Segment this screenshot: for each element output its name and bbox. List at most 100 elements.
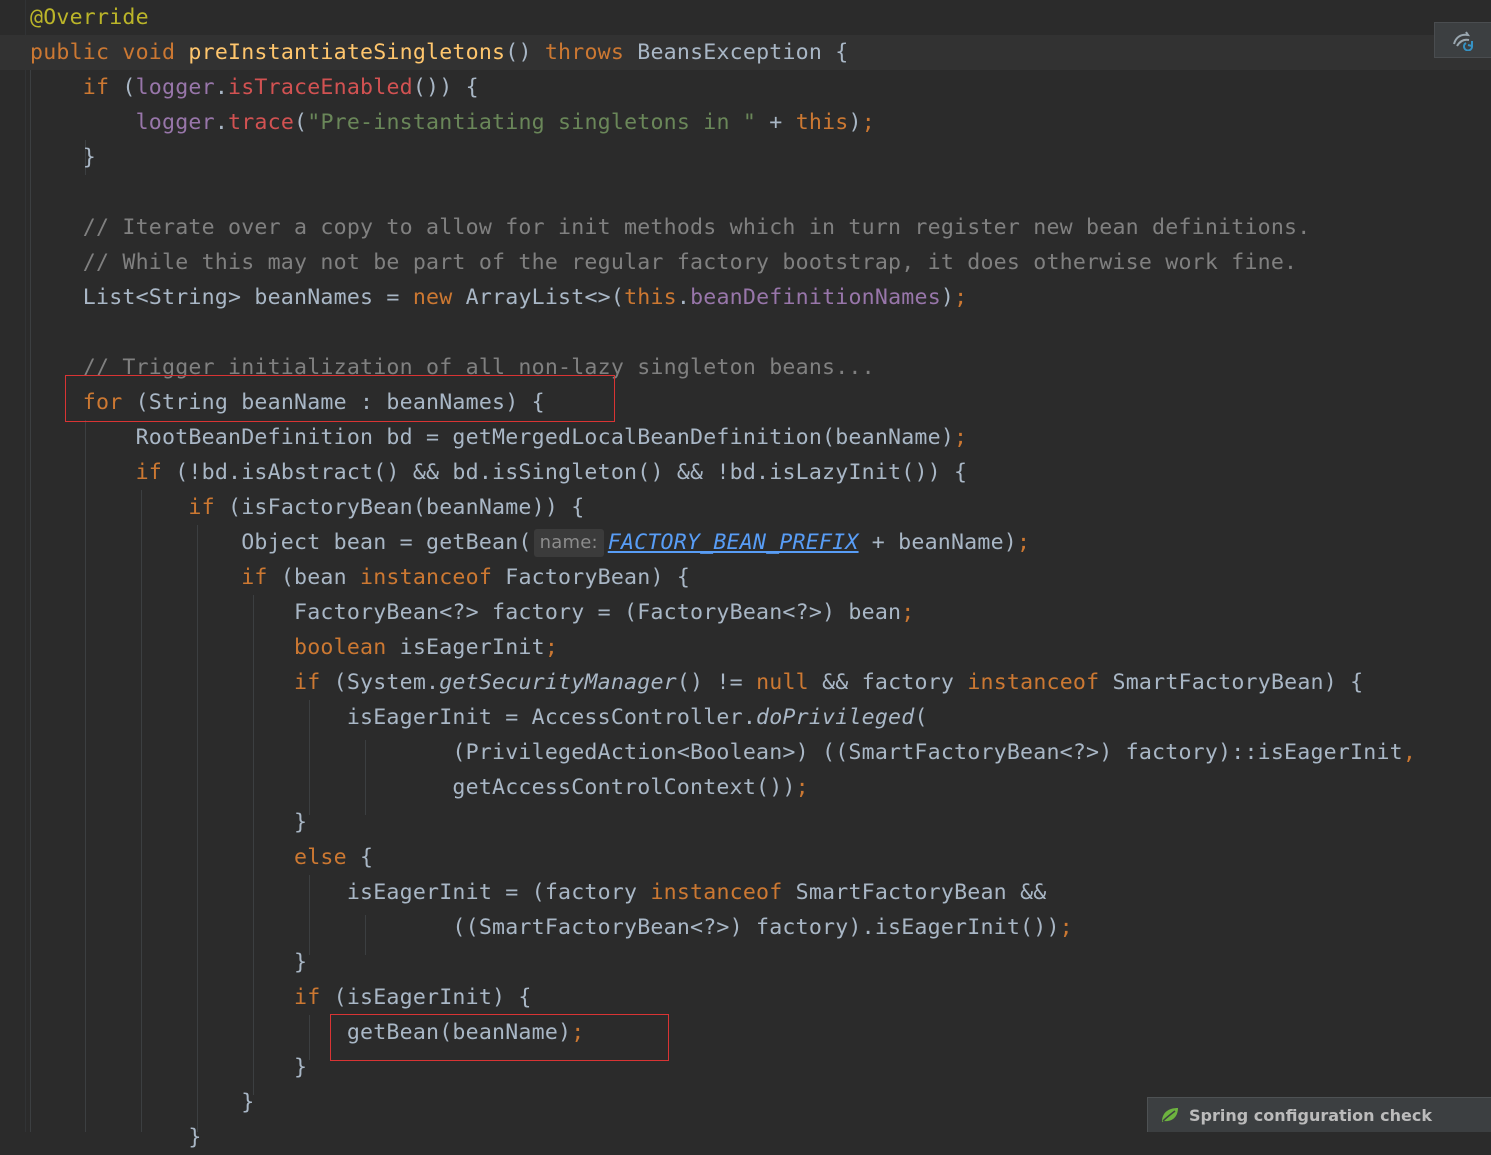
code-line[interactable]: (PrivilegedAction<Boolean>) ((SmartFacto… xyxy=(30,735,1416,770)
code-line[interactable]: if (System.getSecurityManager() != null … xyxy=(30,665,1363,700)
code-token: isEagerInit = AccessController. xyxy=(30,705,757,730)
code-line[interactable]: boolean isEagerInit; xyxy=(30,630,558,665)
code-token: Object bean = getBean( xyxy=(30,530,532,555)
code-token: else xyxy=(30,845,361,870)
code-token: (bean xyxy=(280,565,361,590)
code-line[interactable]: } xyxy=(30,140,96,175)
code-token: (isFactoryBean(beanName)) { xyxy=(228,495,585,520)
code-line[interactable]: } xyxy=(30,805,307,840)
code-token: ; xyxy=(1059,915,1073,940)
code-token: if xyxy=(30,565,281,590)
code-token: if xyxy=(30,460,176,485)
code-line[interactable]: } xyxy=(30,945,307,980)
code-token: . xyxy=(214,75,229,100)
code-line[interactable]: Object bean = getBean(name: FACTORY_BEAN_… xyxy=(30,525,1030,560)
code-token: beanDefinitionNames xyxy=(690,285,941,310)
code-token: "Pre-instantiating singletons in " xyxy=(307,110,757,135)
code-line[interactable]: if (isFactoryBean(beanName)) { xyxy=(30,490,584,525)
code-line[interactable]: RootBeanDefinition bd = getMergedLocalBe… xyxy=(30,420,967,455)
code-token: boolean xyxy=(30,635,400,660)
code-token: FactoryBean) { xyxy=(505,565,691,590)
code-token: getAccessControlContext()) xyxy=(30,775,796,800)
code-token: } xyxy=(30,1090,255,1115)
code-token: logger xyxy=(135,110,215,135)
code-token: && factory xyxy=(822,670,968,695)
code-line[interactable]: if (!bd.isAbstract() && bd.isSingleton()… xyxy=(30,455,967,490)
code-line[interactable]: if (bean instanceof FactoryBean) { xyxy=(30,560,690,595)
code-line[interactable]: @Override xyxy=(30,0,149,35)
code-token: (System. xyxy=(333,670,440,695)
code-token: ) xyxy=(848,110,862,135)
editor-gutter[interactable] xyxy=(0,0,26,1132)
code-line[interactable]: getAccessControlContext()); xyxy=(30,770,809,805)
code-line[interactable]: } xyxy=(30,1050,307,1085)
code-line[interactable]: ((SmartFactoryBean<?>) factory).isEagerI… xyxy=(30,910,1073,945)
code-line[interactable]: public void preInstantiateSingletons() t… xyxy=(0,35,1491,70)
code-token: if xyxy=(30,495,229,520)
code-token: ; xyxy=(795,775,809,800)
code-token: ; xyxy=(1016,530,1031,555)
code-token: FACTORY_BEAN_PREFIX xyxy=(607,530,859,555)
code-token: // While this may not be part of the reg… xyxy=(30,250,1298,275)
code-token: new xyxy=(412,285,466,310)
code-token: RootBeanDefinition bd = getMergedLocalBe… xyxy=(30,425,955,450)
code-token: logger xyxy=(135,75,215,100)
code-token: . xyxy=(676,285,691,310)
code-token: ; xyxy=(861,110,875,135)
code-token: ( xyxy=(122,75,136,100)
highlight-box-for-loop xyxy=(65,375,615,422)
code-token: (isEagerInit) { xyxy=(333,985,532,1010)
code-line[interactable]: // While this may not be part of the reg… xyxy=(30,245,1297,280)
code-line[interactable]: List<String> beanNames = new ArrayList<>… xyxy=(30,280,967,315)
code-token: , xyxy=(1402,740,1417,765)
code-token: } xyxy=(30,1125,202,1150)
code-token: this xyxy=(624,285,677,310)
code-token: + beanName) xyxy=(858,530,1017,555)
code-line[interactable]: if (isEagerInit) { xyxy=(30,980,532,1015)
code-token: SmartFactoryBean && xyxy=(795,880,1047,905)
code-token: getSecurityManager xyxy=(439,670,677,695)
code-token: instanceof xyxy=(967,670,1113,695)
code-token: BeansException { xyxy=(637,40,849,65)
code-token: () != xyxy=(676,670,757,695)
code-token: if xyxy=(30,985,334,1010)
code-token: isEagerInit xyxy=(399,635,545,660)
code-token: null xyxy=(756,670,823,695)
code-token: ) xyxy=(940,285,955,310)
code-token: if xyxy=(30,670,334,695)
code-line[interactable]: else { xyxy=(30,840,373,875)
code-token: // Iterate over a copy to allow for init… xyxy=(30,215,1311,240)
code-line[interactable]: } xyxy=(30,1120,202,1155)
code-token: ((SmartFactoryBean<?>) factory).isEagerI… xyxy=(30,915,1060,940)
code-token: instanceof xyxy=(650,880,796,905)
code-line[interactable]: logger.trace("Pre-instantiating singleto… xyxy=(30,105,875,140)
code-token: doPrivileged xyxy=(756,705,915,730)
code-token: . xyxy=(214,110,229,135)
code-line[interactable]: isEagerInit = AccessController.doPrivile… xyxy=(30,700,928,735)
code-line[interactable]: isEagerInit = (factory instanceof SmartF… xyxy=(30,875,1046,910)
code-token: throws xyxy=(544,40,638,65)
code-token: } xyxy=(30,950,308,975)
code-token: trace xyxy=(228,110,295,135)
code-line[interactable]: if (logger.isTraceEnabled()) { xyxy=(30,70,479,105)
code-line[interactable]: // Iterate over a copy to allow for init… xyxy=(30,210,1310,245)
highlight-box-getbean-call xyxy=(330,1014,669,1061)
code-token: SmartFactoryBean) { xyxy=(1112,670,1364,695)
code-token: List<String> beanNames = xyxy=(30,285,413,310)
notification-label: Spring configuration check xyxy=(1189,1105,1432,1125)
code-token: { xyxy=(360,845,374,870)
code-token: ; xyxy=(901,600,915,625)
code-token: ; xyxy=(954,285,968,310)
code-token: ()) { xyxy=(412,75,479,100)
spring-config-check-notification[interactable]: Spring configuration check xyxy=(1147,1097,1491,1132)
parameter-hint: name: xyxy=(533,529,604,557)
code-token: isEagerInit = (factory xyxy=(30,880,651,905)
code-token: } xyxy=(30,810,308,835)
code-line[interactable]: FactoryBean<?> factory = (FactoryBean<?>… xyxy=(30,595,914,630)
code-line[interactable]: } xyxy=(30,1085,254,1120)
maven-reload-button[interactable] xyxy=(1434,22,1491,58)
code-editor[interactable]: @Override public void preInstantiateSingl… xyxy=(0,0,1491,1150)
code-token: this xyxy=(795,110,849,135)
code-token: ( xyxy=(914,705,928,730)
